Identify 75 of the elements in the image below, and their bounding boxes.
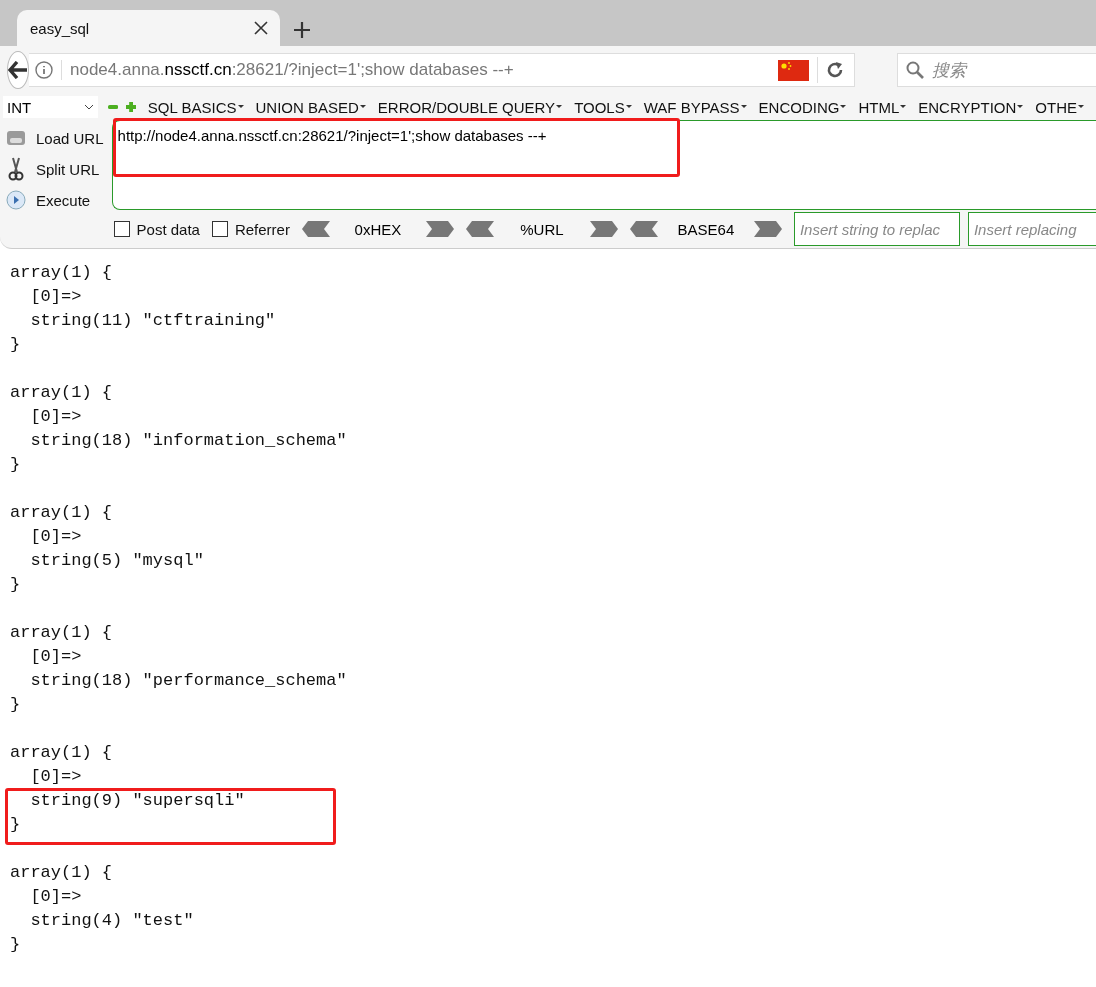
output-line: } [10, 454, 21, 476]
output-line: array(1) { [10, 622, 113, 644]
back-arrow-icon [8, 61, 28, 79]
checkbox[interactable]: Post data [113, 220, 200, 238]
menu-button[interactable]: ENCODING [758, 98, 855, 116]
reload-icon[interactable] [826, 61, 844, 79]
menu-button[interactable]: TOOLS [574, 98, 640, 116]
output-line: [0]=> [29, 286, 82, 308]
output-line: array(1) { [10, 502, 113, 524]
replace-field[interactable]: Insert replacing [967, 212, 1096, 246]
output-line: } [10, 334, 21, 356]
scissors-icon [6, 157, 26, 181]
action-button[interactable]: Split URL [0, 155, 110, 183]
left-arrow-button[interactable] [301, 221, 330, 237]
encoder-label: BASE64 [676, 220, 736, 238]
replace-field[interactable]: Insert string to replac [793, 212, 960, 246]
caret-icon [359, 105, 366, 109]
output-line: } [10, 574, 21, 596]
output-line: string(5) "mysql" [29, 550, 204, 572]
output-line: array(1) { [10, 262, 113, 284]
caret-icon [625, 105, 632, 109]
flag-icon [778, 59, 809, 81]
output-line: array(1) { [10, 862, 113, 884]
output-line: [0]=> [29, 646, 82, 668]
output-line: } [10, 694, 21, 716]
right-arrow-button[interactable] [425, 221, 454, 237]
action-button[interactable]: Execute [0, 186, 110, 214]
address-bar[interactable]: node4.anna.nssctf.cn:28621/?inject=1';show databases --+ [29, 53, 855, 87]
caret-icon [900, 105, 907, 109]
output-line: string(4) "test" [29, 910, 194, 932]
play-icon [6, 190, 26, 210]
encoder-label: 0xHEX [353, 220, 403, 238]
info-icon[interactable] [35, 61, 53, 79]
output-line: [0]=> [29, 526, 82, 548]
output-line: [0]=> [29, 406, 82, 428]
menu-button[interactable]: ENCRYPTION [918, 98, 1032, 116]
plus-icon[interactable] [294, 22, 310, 38]
close-icon[interactable] [254, 21, 268, 35]
checkbox[interactable]: Referrer [211, 220, 290, 238]
left-arrow-button[interactable] [465, 221, 494, 237]
left-arrow-button[interactable] [629, 221, 658, 237]
type-select[interactable]: INT [3, 96, 98, 118]
output-line: } [10, 934, 21, 956]
url-text: node4.anna.nssctf.cn:28621/?inject=1';show databases --+ [61, 60, 770, 80]
search-field[interactable]: 搜索 [897, 53, 1096, 87]
menu-button[interactable]: HTML [858, 98, 915, 116]
url-field[interactable]: http://node4.anna.nssctf.cn:28621/?inject=1';show databases --+ [111, 120, 1096, 210]
caret-icon [83, 104, 94, 110]
menu-button[interactable]: UNION BASED [255, 98, 374, 116]
output-line: [0]=> [29, 766, 82, 788]
right-arrow-button[interactable] [589, 221, 618, 237]
menu-button[interactable]: OTHE [1035, 98, 1092, 116]
caret-icon [1017, 105, 1024, 109]
menu-button[interactable]: WAF BYPASS [643, 98, 755, 116]
output-line: array(1) { [10, 382, 113, 404]
output-line: string(18) "information_schema" [29, 430, 347, 452]
output-line: string(11) "ctftraining" [29, 310, 276, 332]
menu-button[interactable]: ERROR/DOUBLE QUERY [377, 98, 571, 116]
menu-button[interactable]: SQL BASICS [147, 98, 252, 116]
caret-icon [1078, 105, 1084, 109]
right-arrow-button[interactable] [753, 221, 782, 237]
drive-icon [6, 129, 26, 147]
action-button[interactable]: Load URL [0, 124, 110, 152]
output-line: array(1) { [10, 742, 113, 764]
caret-icon [840, 105, 847, 109]
output-line: string(9) "supersqli" [29, 790, 245, 812]
caret-icon [237, 105, 244, 109]
back-button[interactable] [7, 51, 29, 89]
caret-icon [740, 105, 747, 109]
output-line: } [10, 814, 21, 836]
encoder-label: %URL [519, 220, 565, 238]
output-line: [0]=> [29, 886, 82, 908]
caret-icon [556, 105, 563, 109]
output-line: string(18) "performance_schema" [29, 670, 347, 692]
browser-tab[interactable]: easy_sql [17, 10, 280, 46]
